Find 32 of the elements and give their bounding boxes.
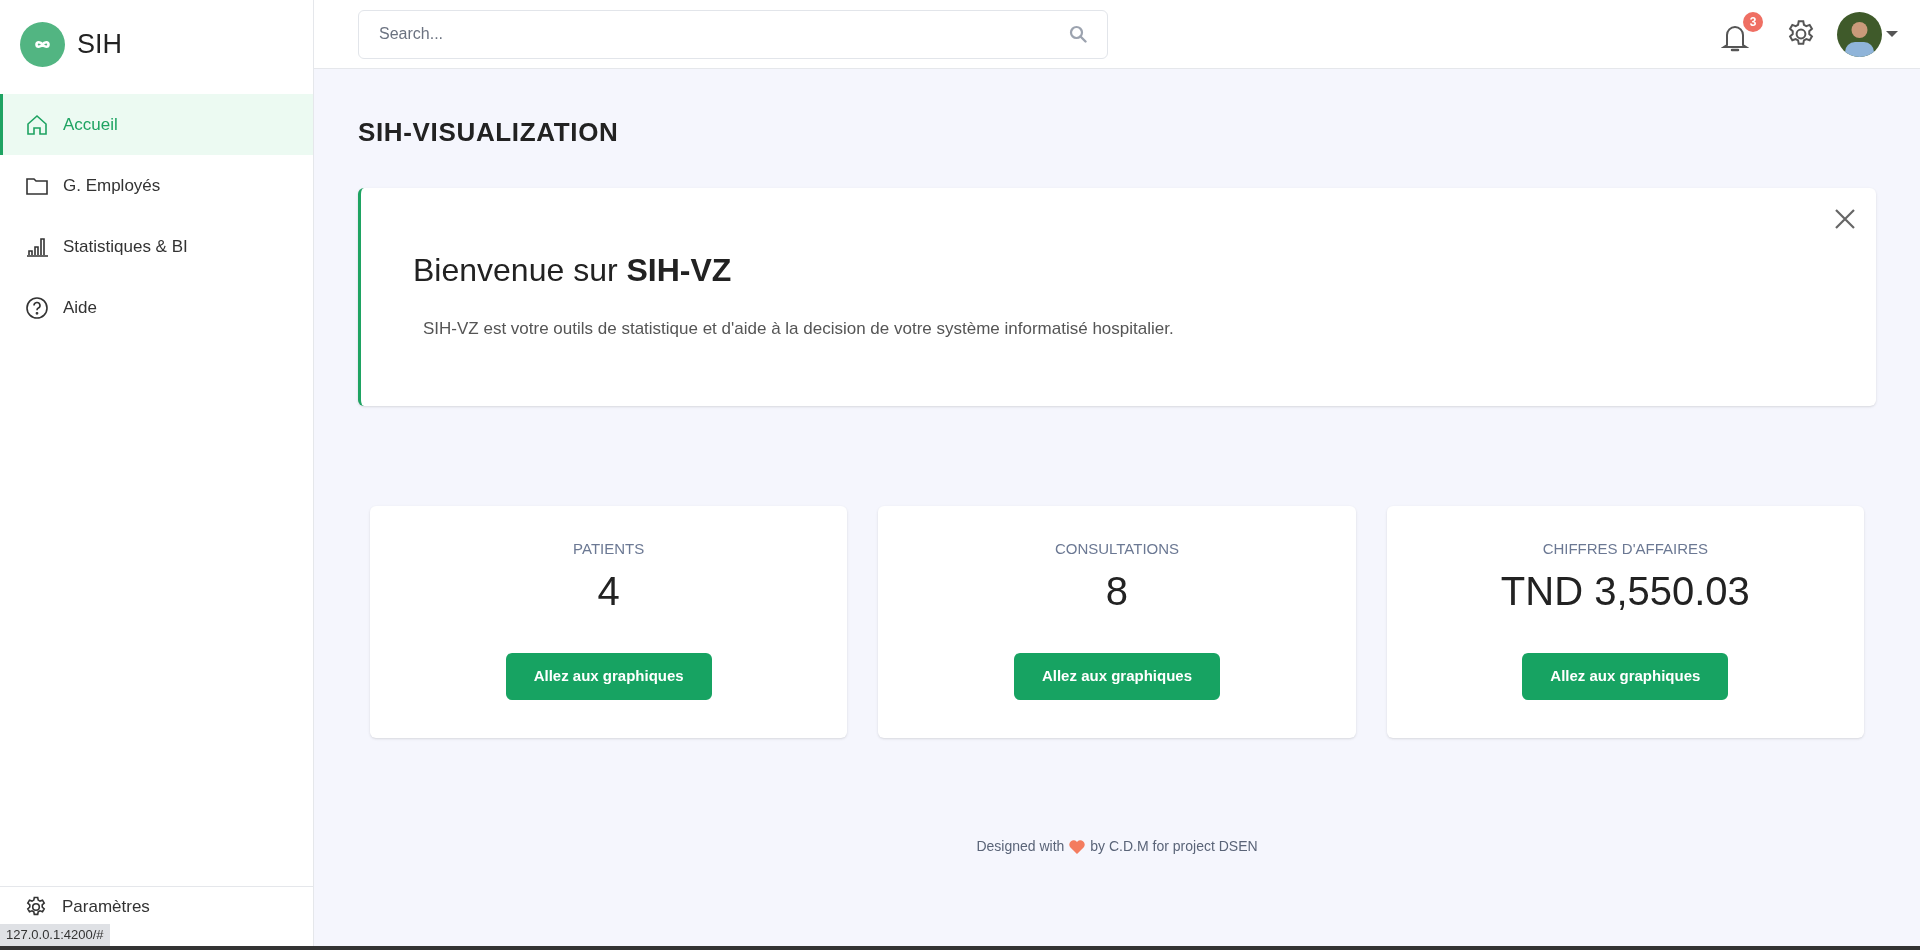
notification-button[interactable]: 3 [1721,12,1763,56]
notification-badge: 3 [1743,12,1763,32]
stat-value: TND 3,550.03 [1500,567,1750,615]
sidebar-item[interactable]: Accueil [0,94,313,155]
welcome-text: SIH-VZ est votre outils de statistique et d'aide à la decision de votre système informatisé hospitalier. [423,318,1175,340]
sidebar-item[interactable]: Aide [0,277,313,338]
close-icon[interactable] [1834,208,1856,230]
search-icon [1069,25,1087,43]
stat-value: 4 [597,567,620,615]
avatar[interactable] [1837,11,1882,57]
chart-button[interactable]: Allez aux graphiques [1014,652,1220,700]
sidebar-item[interactable]: Statistiques & BI [0,216,313,277]
status-url: 127.0.0.1:4200/# [0,924,110,946]
logo-icon [20,21,65,67]
stat-label: PATIENTS [573,539,645,559]
help-icon [25,295,49,320]
brand-name: SIH [77,27,122,61]
stat-value: 8 [1105,567,1129,615]
chart-button[interactable]: Allez aux graphiques [1522,652,1729,700]
footer-text: Designed with by C.D.M for project DSEN [975,837,1259,856]
page-title: SIH-VISUALIZATION [358,116,620,149]
welcome-heading: Bienvenue sur SIH-VZ [413,251,733,290]
heart-icon [1069,839,1086,854]
sidebar-item[interactable]: G. Employés [0,155,313,216]
home-icon [25,112,49,137]
sidebar-item[interactable]: Paramètres [0,893,313,921]
chart-button[interactable]: Allez aux graphiques [505,652,712,700]
caret-icon[interactable] [1886,30,1898,38]
search-input[interactable]: Search... [379,22,1069,46]
stat-label: CHIFFRES D'AFFAIRES [1542,539,1708,559]
search-field[interactable]: Search... [358,9,1108,59]
stat-label: CONSULTATIONS [1054,539,1180,559]
